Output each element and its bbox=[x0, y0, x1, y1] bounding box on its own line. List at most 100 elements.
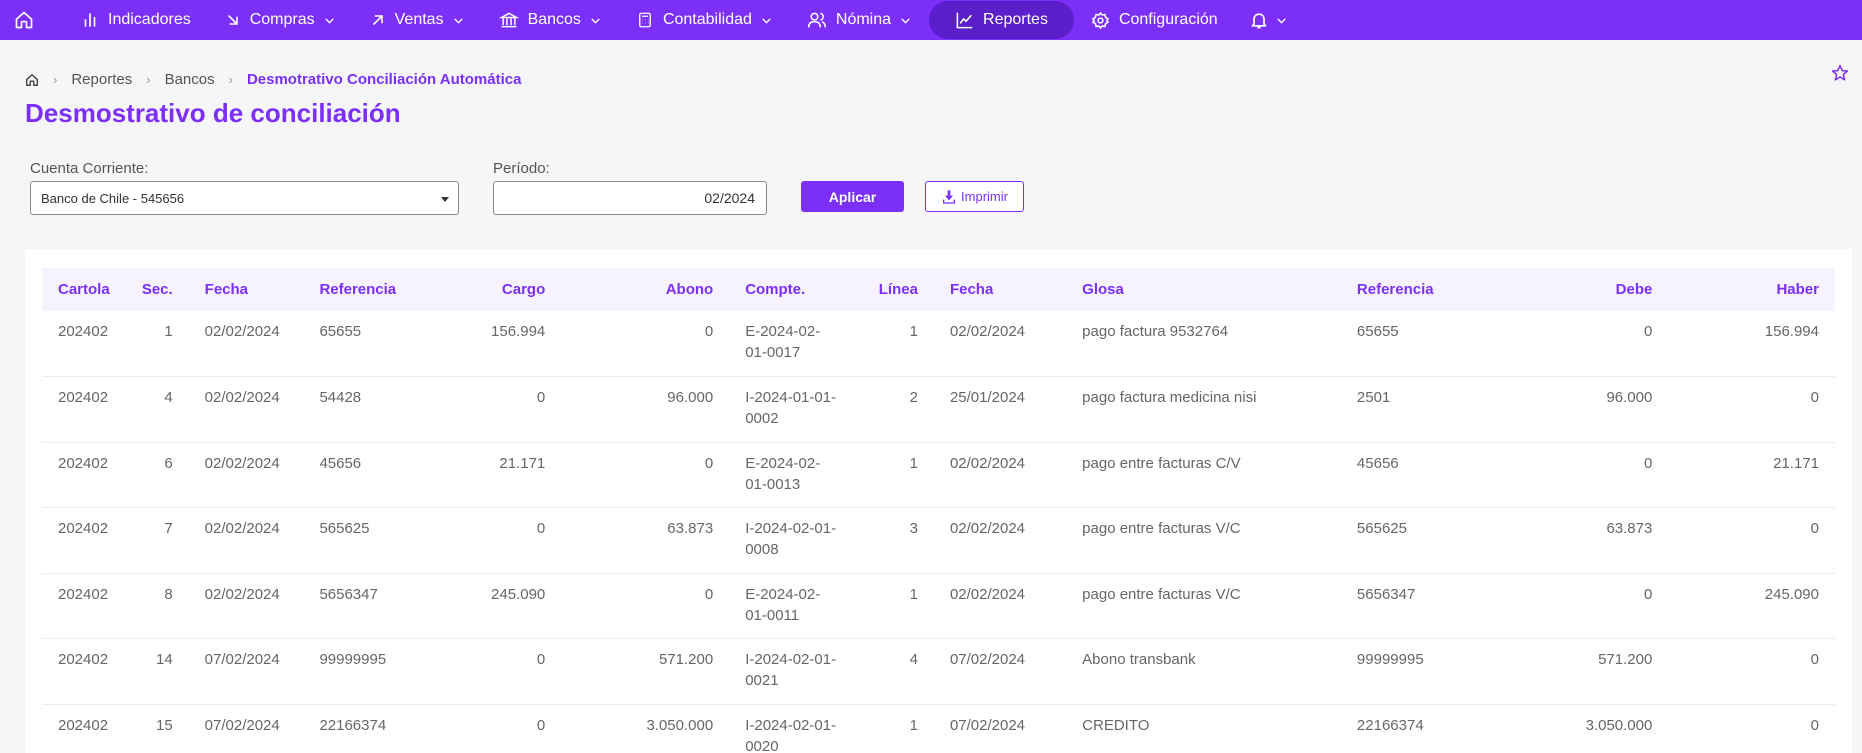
account-select-value: Banco de Chile - 545656 bbox=[41, 190, 185, 206]
breadcrumb-reportes[interactable]: Reportes bbox=[71, 71, 132, 88]
chevron-down-icon bbox=[901, 17, 910, 24]
cell-linea: 1 bbox=[856, 311, 934, 377]
cell-sec: 7 bbox=[125, 507, 189, 574]
breadcrumb-bancos[interactable]: Bancos bbox=[165, 71, 215, 88]
cell-sec: 14 bbox=[125, 638, 189, 705]
top-navbar: Indicadores Compras Ventas Bancos Contab… bbox=[0, 0, 1862, 40]
cell-cargo: 0 bbox=[412, 507, 562, 574]
col-header-referencia-2[interactable]: Referencia bbox=[1341, 268, 1456, 311]
calculator-icon bbox=[639, 12, 651, 28]
cell-referencia: 22166374 bbox=[303, 704, 413, 753]
breadcrumb: › Reportes › Bancos › Desmotrativo Conci… bbox=[25, 71, 521, 88]
cell-sec: 6 bbox=[125, 442, 189, 508]
cell-referencia-2: 65655 bbox=[1340, 311, 1456, 377]
cell-fecha: 07/02/2024 bbox=[188, 704, 304, 753]
cell-abono: 571.200 bbox=[561, 638, 730, 705]
col-header-haber[interactable]: Haber bbox=[1668, 268, 1835, 311]
cell-glosa: Abono transbank bbox=[1066, 638, 1341, 705]
cell-cartola: 202402 bbox=[42, 507, 126, 574]
cell-debe: 3.050.000 bbox=[1455, 704, 1669, 753]
apply-button[interactable]: Aplicar bbox=[801, 181, 904, 212]
col-header-fecha-2[interactable]: Fecha bbox=[934, 268, 1066, 311]
caret-down-icon bbox=[441, 197, 449, 202]
cell-referencia-2: 45656 bbox=[1340, 442, 1456, 508]
nav-label: Contabilidad bbox=[662, 11, 752, 28]
cell-referencia-2: 22166374 bbox=[1340, 704, 1456, 753]
table-row[interactable]: 202402 4 02/02/2024 54428 0 96.000 I-2024-01-0… bbox=[42, 376, 1835, 443]
period-input[interactable]: 02/2024 bbox=[493, 181, 767, 215]
cell-linea: 1 bbox=[856, 442, 934, 508]
table-row[interactable]: 202402 15 07/02/2024 22166374 0 3.050.000 I-20… bbox=[42, 704, 1835, 753]
nav-item-indicadores[interactable]: Indicadores bbox=[64, 1, 208, 39]
cell-haber: 0 bbox=[1668, 507, 1835, 574]
results-card: Cartola Sec. Fecha Referencia Cargo Abon… bbox=[25, 249, 1852, 753]
cell-cartola: 202402 bbox=[42, 442, 126, 508]
cell-fecha-2: 02/02/2024 bbox=[933, 311, 1067, 377]
cell-compte: E-2024-02-01-0011 bbox=[729, 573, 857, 639]
download-icon bbox=[943, 189, 956, 204]
nav-item-nomina[interactable]: Nómina bbox=[790, 1, 929, 39]
cell-cartola: 202402 bbox=[42, 704, 126, 753]
cell-haber: 0 bbox=[1668, 704, 1835, 753]
cell-haber: 0 bbox=[1668, 638, 1835, 705]
home-icon[interactable] bbox=[12, 8, 36, 32]
col-header-fecha[interactable]: Fecha bbox=[189, 268, 304, 311]
cell-referencia: 54428 bbox=[303, 376, 413, 443]
cell-debe: 0 bbox=[1455, 311, 1669, 377]
nav-item-reportes[interactable]: Reportes bbox=[929, 1, 1074, 39]
nav-label: Bancos bbox=[527, 11, 581, 28]
cell-haber: 0 bbox=[1668, 376, 1835, 443]
table-row[interactable]: 202402 8 02/02/2024 5656347 245.090 0 E-2024-0… bbox=[42, 573, 1835, 639]
home-icon[interactable] bbox=[25, 73, 39, 87]
print-button[interactable]: Imprimir bbox=[925, 181, 1024, 212]
users-icon bbox=[807, 12, 826, 28]
chevron-right-icon: › bbox=[146, 72, 151, 87]
cell-fecha: 02/02/2024 bbox=[188, 573, 304, 639]
table-body: 202402 1 02/02/2024 65655 156.994 0 E-2024-02-… bbox=[42, 311, 1835, 753]
col-header-cargo[interactable]: Cargo bbox=[412, 268, 561, 311]
col-header-debe[interactable]: Debe bbox=[1456, 268, 1669, 311]
gear-icon bbox=[1091, 11, 1110, 29]
nav-item-configuracion[interactable]: Configuración bbox=[1074, 1, 1235, 39]
arrow-up-right-icon bbox=[372, 15, 383, 25]
chevron-down-icon bbox=[1276, 17, 1286, 24]
cell-sec: 4 bbox=[125, 376, 189, 443]
cell-fecha-2: 02/02/2024 bbox=[933, 442, 1067, 508]
nav-item-contabilidad[interactable]: Contabilidad bbox=[619, 1, 790, 39]
table-row[interactable]: 202402 1 02/02/2024 65655 156.994 0 E-2024-02-… bbox=[42, 311, 1835, 377]
cell-cargo: 245.090 bbox=[412, 573, 562, 639]
chart-line-icon bbox=[956, 12, 973, 28]
table-row[interactable]: 202402 14 07/02/2024 99999995 0 571.200 I-2024… bbox=[42, 638, 1835, 705]
col-header-linea[interactable]: Línea bbox=[856, 268, 934, 311]
col-header-abono[interactable]: Abono bbox=[561, 268, 729, 311]
star-icon[interactable] bbox=[1830, 63, 1850, 83]
cell-debe: 0 bbox=[1455, 573, 1669, 639]
bank-icon bbox=[498, 12, 519, 28]
cell-cargo: 156.994 bbox=[412, 311, 562, 377]
nav-label: Indicadores bbox=[108, 11, 191, 28]
table-row[interactable]: 202402 6 02/02/2024 45656 21.171 0 E-2024-02-0… bbox=[42, 442, 1835, 508]
cell-referencia-2: 565625 bbox=[1340, 507, 1456, 574]
cell-fecha: 07/02/2024 bbox=[188, 638, 304, 705]
col-header-sec[interactable]: Sec. bbox=[126, 268, 189, 311]
nav-item-bancos[interactable]: Bancos bbox=[482, 1, 619, 39]
table-row[interactable]: 202402 7 02/02/2024 565625 0 63.873 I-2024-02-… bbox=[42, 507, 1835, 574]
col-header-referencia[interactable]: Referencia bbox=[303, 268, 412, 311]
cell-fecha-2: 07/02/2024 bbox=[933, 704, 1067, 753]
bar-chart-icon bbox=[84, 13, 96, 27]
cell-fecha: 02/02/2024 bbox=[188, 311, 304, 377]
col-header-cartola[interactable]: Cartola bbox=[42, 268, 126, 311]
cell-referencia-2: 99999995 bbox=[1340, 638, 1456, 705]
nav-item-compras[interactable]: Compras bbox=[208, 1, 353, 39]
page-title: Desmostrativo de conciliación bbox=[25, 98, 401, 128]
nav-item-ventas[interactable]: Ventas bbox=[353, 1, 482, 39]
col-header-glosa[interactable]: Glosa bbox=[1066, 268, 1341, 311]
notifications-button[interactable] bbox=[1249, 10, 1288, 30]
breadcrumb-current: Desmotrativo Conciliación Automática bbox=[246, 71, 522, 88]
account-select[interactable]: Banco de Chile - 545656 bbox=[30, 181, 459, 215]
cell-glosa: pago entre facturas V/C bbox=[1066, 507, 1341, 574]
cell-fecha-2: 02/02/2024 bbox=[933, 507, 1067, 574]
col-header-compte[interactable]: Compte. bbox=[729, 268, 856, 311]
nav-label: Nómina bbox=[835, 11, 892, 28]
reconciliation-table: Cartola Sec. Fecha Referencia Cargo Abon… bbox=[42, 268, 1835, 753]
